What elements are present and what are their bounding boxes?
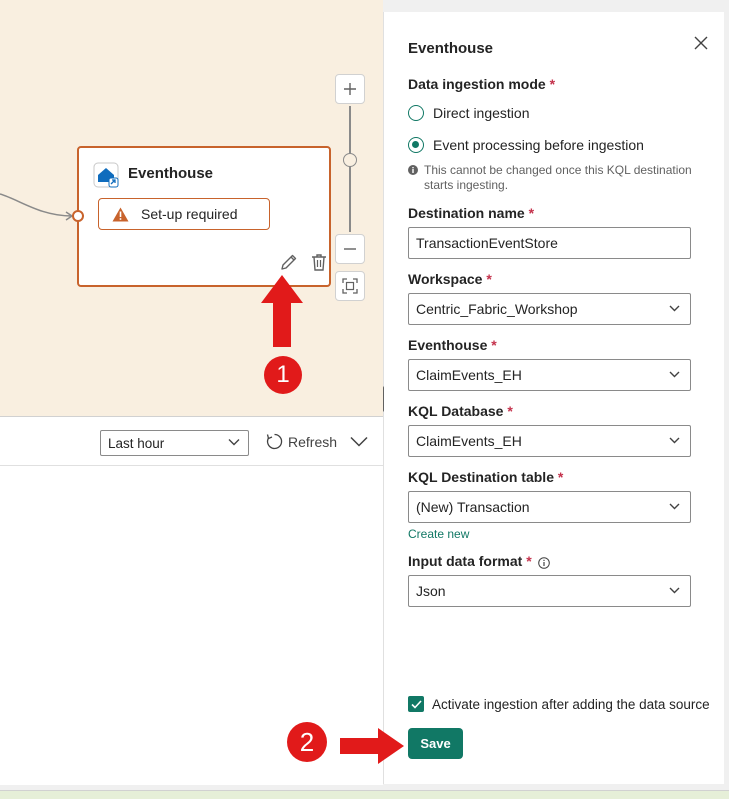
- toolbar-divider: [0, 465, 383, 466]
- workspace-dropdown[interactable]: Centric_Fabric_Workshop: [408, 293, 691, 325]
- refresh-label: Refresh: [288, 433, 338, 450]
- note-text: This cannot be changed once this KQL des…: [424, 163, 692, 192]
- radio-event-processing[interactable]: Event processing before ingestion: [408, 137, 644, 153]
- checkbox-checked[interactable]: [408, 696, 424, 712]
- dropdown-value: (New) Transaction: [416, 499, 530, 515]
- node-input-port[interactable]: [72, 210, 84, 222]
- dropdown-value: Centric_Fabric_Workshop: [416, 301, 578, 317]
- node-title: Eventhouse: [128, 165, 214, 182]
- checkmark-icon: [410, 699, 422, 709]
- kql-database-label: KQL Database *: [408, 403, 513, 419]
- activate-ingestion-checkbox[interactable]: Activate ingestion after adding the data…: [408, 696, 710, 712]
- input-format-label: Input data format *: [408, 553, 532, 569]
- fit-view-icon: [342, 278, 358, 294]
- zoom-slider-track[interactable]: [349, 106, 351, 232]
- eventhouse-label: Eventhouse *: [408, 337, 497, 353]
- info-filled-icon: [408, 165, 418, 175]
- refresh-button[interactable]: Refresh: [266, 433, 337, 450]
- destination-config-panel: Eventhouse Data ingestion mode * Direct …: [384, 12, 724, 784]
- radio-button[interactable]: [408, 105, 424, 121]
- eventhouse-dropdown[interactable]: ClaimEvents_EH: [408, 359, 691, 391]
- label-text: KQL Database: [408, 403, 504, 419]
- step-2-badge: 2: [287, 722, 327, 762]
- dropdown-value: ClaimEvents_EH: [416, 433, 522, 449]
- input-value: TransactionEventStore: [416, 235, 558, 251]
- input-format-dropdown[interactable]: Json: [408, 575, 691, 607]
- label-text: Eventhouse: [408, 337, 488, 353]
- required-mark: *: [486, 271, 492, 287]
- zoom-slider-thumb[interactable]: [343, 153, 357, 167]
- canvas[interactable]: Eventhouse Set-up required: [0, 0, 383, 416]
- label-text: Destination name: [408, 205, 525, 221]
- required-mark: *: [528, 205, 535, 221]
- checkbox-label: Activate ingestion after adding the data…: [432, 696, 710, 712]
- setup-required-badge[interactable]: Set-up required: [98, 198, 270, 230]
- chevron-down-icon[interactable]: [350, 436, 368, 447]
- step-1-badge: 1: [264, 356, 302, 394]
- radio-label: Direct ingestion: [433, 105, 530, 121]
- minus-icon: [344, 248, 356, 250]
- dropdown-value: ClaimEvents_EH: [416, 367, 522, 383]
- label-text: Input data format: [408, 553, 523, 569]
- required-mark: *: [491, 337, 497, 353]
- chevron-down-icon: [228, 439, 240, 446]
- radio-direct-ingestion[interactable]: Direct ingestion: [408, 105, 530, 121]
- annotation-arrow-right: [340, 728, 404, 764]
- setup-required-label: Set-up required: [141, 206, 238, 222]
- refresh-icon: [266, 433, 283, 450]
- destination-name-input[interactable]: TransactionEventStore: [408, 227, 691, 259]
- zoom-in-button[interactable]: [335, 74, 365, 104]
- ingestion-mode-note: This cannot be changed once this KQL des…: [408, 163, 708, 193]
- required-mark: *: [557, 469, 564, 485]
- fit-to-view-button[interactable]: [335, 271, 365, 301]
- label-text: KQL Destination table: [408, 469, 554, 485]
- label-text: Workspace: [408, 271, 483, 287]
- panel-title: Eventhouse: [408, 40, 494, 57]
- required-mark: *: [526, 553, 532, 569]
- label-text: Data ingestion mode: [408, 76, 546, 92]
- time-range-value: Last hour: [108, 435, 165, 451]
- dropdown-value: Json: [416, 583, 446, 599]
- kql-table-label: KQL Destination table *: [408, 469, 563, 485]
- kql-table-dropdown[interactable]: (New) Transaction: [408, 491, 691, 523]
- warning-icon: [112, 207, 129, 222]
- chevron-down-icon: [669, 587, 680, 594]
- kql-database-dropdown[interactable]: ClaimEvents_EH: [408, 425, 691, 457]
- radio-button-selected[interactable]: [408, 137, 424, 153]
- eventhouse-icon: [93, 162, 119, 188]
- save-button[interactable]: Save: [408, 728, 463, 759]
- data-preview-panel: Last hour Refresh: [0, 416, 383, 785]
- create-new-link[interactable]: Create new: [408, 527, 469, 541]
- chevron-down-icon: [669, 437, 680, 444]
- close-icon[interactable]: [693, 35, 709, 51]
- eventhouse-node[interactable]: Eventhouse Set-up required: [77, 146, 331, 287]
- chevron-down-icon: [669, 503, 680, 510]
- destination-name-label: Destination name *: [408, 205, 534, 221]
- plus-icon: [344, 83, 356, 95]
- workspace-label: Workspace *: [408, 271, 492, 287]
- chevron-down-icon: [669, 371, 680, 378]
- time-range-select[interactable]: Last hour: [100, 430, 249, 456]
- edit-pencil-icon[interactable]: [279, 252, 299, 272]
- required-mark: *: [549, 76, 556, 92]
- info-icon[interactable]: [538, 557, 550, 569]
- chevron-down-icon: [669, 305, 680, 312]
- radio-label: Event processing before ingestion: [433, 137, 644, 153]
- required-mark: *: [507, 403, 513, 419]
- ingestion-mode-label: Data ingestion mode *: [408, 76, 555, 92]
- zoom-out-button[interactable]: [335, 234, 365, 264]
- annotation-arrow-up: [261, 275, 303, 347]
- delete-trash-icon[interactable]: [309, 252, 329, 272]
